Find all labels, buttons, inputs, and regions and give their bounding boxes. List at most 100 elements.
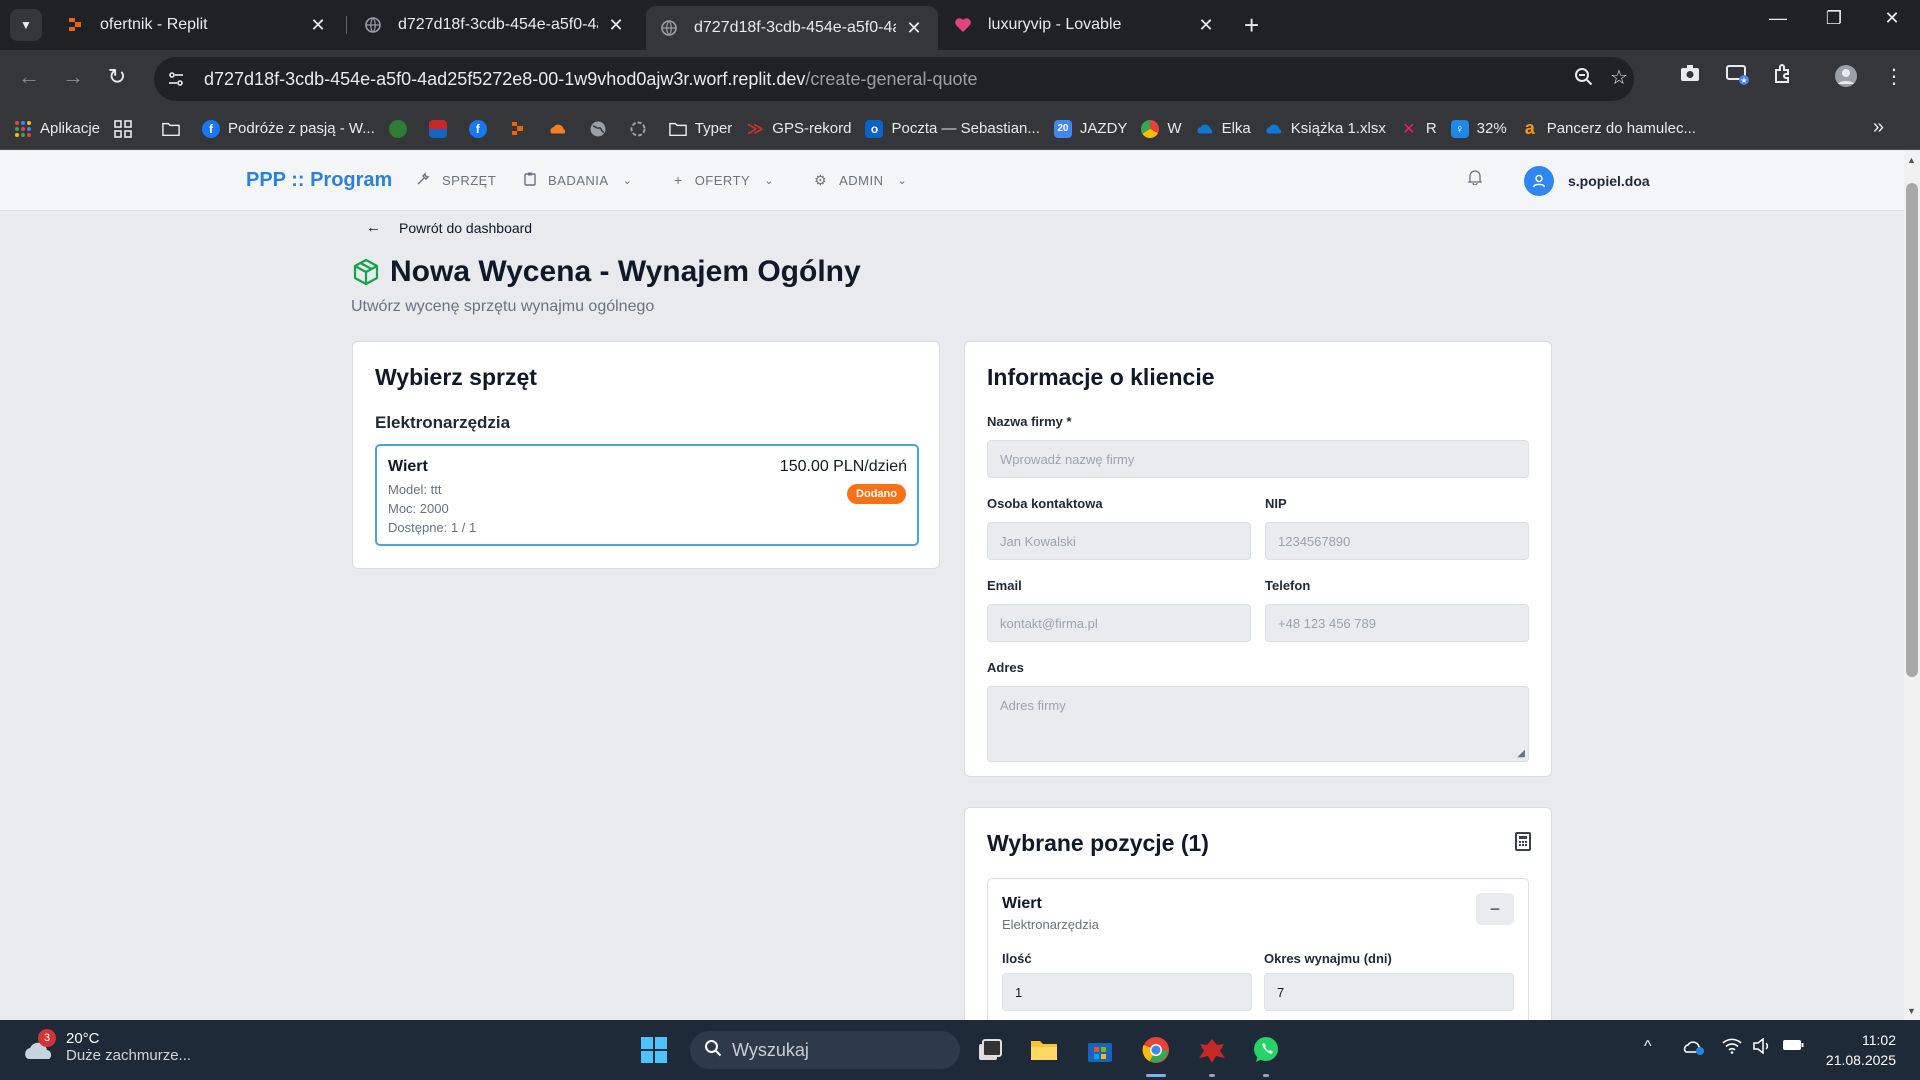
nav-item-admin[interactable]: ⚙ ADMIN ⌄ [814, 172, 907, 189]
username[interactable]: s.popiel.doa [1568, 173, 1650, 189]
taskbar-search[interactable]: Wyszukaj [690, 1031, 960, 1069]
close-tab-icon[interactable]: ✕ [606, 15, 626, 36]
bookmark-item[interactable]: Aplikacje [14, 120, 100, 138]
calendar-icon: 20 [1053, 119, 1072, 138]
bookmark-item[interactable]: ✕ R [1400, 120, 1437, 138]
browser-tab-strip: ▼ ofertnik - Replit ✕ d727d18f-3cdb-454e… [0, 0, 1920, 50]
new-tab-button[interactable]: + [1244, 12, 1259, 38]
nav-item-oferty[interactable]: + OFERTY ⌄ [674, 172, 774, 188]
amazon-icon: a [1524, 118, 1535, 138]
bookmark-item[interactable] [549, 120, 575, 138]
wifi-icon[interactable] [1722, 1038, 1742, 1059]
bookmark-item[interactable] [428, 119, 455, 138]
scroll-up-icon[interactable]: ▲ [1907, 155, 1916, 165]
weather-badge: 3 [38, 1029, 56, 1047]
chevron-up-icon[interactable]: ^ [1644, 1038, 1652, 1056]
store-icon[interactable] [1084, 1034, 1116, 1066]
close-window-button[interactable]: ✕ [1872, 8, 1912, 29]
rental-period-input[interactable]: 7 [1264, 973, 1514, 1011]
task-view-icon[interactable] [974, 1034, 1006, 1066]
page-scrollbar[interactable]: ▲ ▼ [1904, 151, 1920, 1020]
nip-input[interactable]: 1234567890 [1265, 522, 1529, 560]
restore-button[interactable]: ❐ [1814, 8, 1854, 29]
bookmark-item[interactable] [114, 119, 140, 138]
back-arrow-icon[interactable]: ← [14, 64, 44, 90]
forward-arrow-icon[interactable]: → [58, 64, 88, 90]
nav-item-sprzet[interactable]: SPRZĘT [416, 172, 496, 189]
close-tab-icon[interactable]: ✕ [904, 18, 924, 39]
volume-icon[interactable] [1752, 1037, 1772, 1059]
user-avatar-icon[interactable] [1524, 166, 1554, 196]
bookmark-item[interactable]: f [468, 119, 495, 138]
site-info-icon[interactable] [162, 65, 190, 93]
bookmark-item[interactable] [162, 120, 188, 138]
equipment-model: Model: ttt [388, 482, 442, 497]
bookmark-item[interactable]: Książka 1.xlsx [1265, 120, 1386, 138]
onedrive-tray-icon[interactable] [1682, 1038, 1706, 1061]
bookmark-item[interactable] [509, 120, 535, 138]
cast-icon[interactable]: ★ [1724, 64, 1752, 92]
bookmark-item[interactable] [629, 120, 655, 138]
quantity-input[interactable]: 1 [1002, 973, 1252, 1011]
company-name-input[interactable]: Wprowadź nazwę firmy [987, 440, 1529, 478]
brand-logo[interactable]: PPP :: Program [246, 169, 392, 192]
bookmark-label: W [1167, 120, 1182, 137]
nav-item-badania[interactable]: BADANIA ⌄ [524, 172, 632, 189]
phone-input[interactable]: +48 123 456 789 [1265, 604, 1529, 642]
bookmark-item[interactable]: Typer [668, 120, 732, 138]
weather-widget[interactable]: 3 20°C Duże zachmurze... [22, 1029, 191, 1064]
tab-search-button[interactable]: ▼ [10, 9, 42, 41]
app-navbar: PPP :: Program SPRZĘT BADANIA ⌄ + OFERTY… [0, 151, 1904, 211]
bookmark-label: Podróże z pasją - W... [228, 120, 375, 137]
scroll-down-icon[interactable]: ▼ [1907, 1006, 1916, 1016]
resize-handle-icon[interactable]: ◢ [1517, 748, 1525, 759]
chrome-icon[interactable] [1140, 1034, 1172, 1066]
browser-menu-icon[interactable]: ⋮ [1880, 64, 1908, 89]
remove-item-button[interactable]: − [1476, 893, 1514, 925]
close-tab-icon[interactable]: ✕ [308, 15, 328, 36]
bookmark-item[interactable]: f Podróże z pasją - W... [202, 119, 375, 138]
browser-tab[interactable]: d727d18f-3cdb-454e-a5f0-4ad ✕ [350, 8, 640, 42]
tab-title: luxuryvip - Lovable [988, 16, 1122, 33]
email-input[interactable]: kontakt@firma.pl [987, 604, 1251, 642]
contact-person-input[interactable]: Jan Kowalski [987, 522, 1251, 560]
browser-tab-active[interactable]: d727d18f-3cdb-454e-a5f0-4ad ✕ [646, 6, 938, 50]
browser-tab[interactable]: ofertnik - Replit ✕ [52, 8, 342, 42]
bookmark-star-icon[interactable]: ☆ [1610, 65, 1628, 90]
more-bookmarks-icon[interactable]: » [1873, 116, 1884, 139]
equipment-price: 150.00 PLN/dzień [779, 458, 907, 475]
bookmark-item[interactable] [589, 120, 615, 138]
battery-icon[interactable] [1782, 1038, 1804, 1057]
zoom-icon[interactable] [1574, 67, 1594, 93]
app-frog-icon[interactable] [1196, 1034, 1228, 1066]
bookmark-item[interactable]: o Poczta — Sebastian... [865, 119, 1040, 138]
equipment-item[interactable]: Wiert Model: ttt Moc: 2000 Dostępne: 1 /… [375, 444, 919, 546]
minimize-button[interactable]: — [1758, 8, 1798, 29]
bookmark-item[interactable]: a Pancerz do hamulec... [1521, 118, 1696, 138]
extensions-icon[interactable] [1768, 64, 1796, 90]
windows-taskbar: 3 20°C Duże zachmurze... Wyszukaj ^ 11:0… [0, 1020, 1920, 1080]
address-textarea[interactable]: Adres firmy ◢ [987, 686, 1529, 762]
address-bar[interactable]: d727d18f-3cdb-454e-a5f0-4ad25f5272e8-00-… [154, 57, 1634, 101]
profile-avatar-icon[interactable] [1832, 64, 1860, 94]
bookmark-item[interactable]: Elka [1196, 120, 1251, 138]
reload-icon[interactable]: ↻ [102, 64, 132, 90]
screenshot-icon[interactable] [1676, 64, 1704, 88]
system-clock[interactable]: 11:02 21.08.2025 [1826, 1030, 1896, 1070]
bookmark-item[interactable]: ♀ 32% [1450, 119, 1507, 138]
added-badge: Dodano [847, 484, 906, 504]
bookmark-item[interactable]: ≫ GPS-rekord [746, 120, 852, 138]
bookmark-item[interactable]: 20 JAZDY [1053, 119, 1127, 138]
browser-tab[interactable]: luxuryvip - Lovable ✕ [940, 8, 1230, 42]
scrollbar-thumb[interactable] [1906, 183, 1918, 677]
calculator-icon[interactable] [1515, 832, 1531, 851]
tab-separator [346, 16, 347, 34]
bookmark-item[interactable] [388, 119, 415, 138]
windows-start-icon[interactable] [638, 1034, 670, 1066]
back-to-dashboard-link[interactable]: ← Powrót do dashboard [366, 219, 532, 236]
file-explorer-icon[interactable] [1028, 1034, 1060, 1066]
close-tab-icon[interactable]: ✕ [1196, 15, 1216, 36]
bookmark-item[interactable]: W [1141, 119, 1182, 138]
bell-icon[interactable] [1467, 169, 1483, 190]
whatsapp-icon[interactable] [1250, 1034, 1282, 1066]
